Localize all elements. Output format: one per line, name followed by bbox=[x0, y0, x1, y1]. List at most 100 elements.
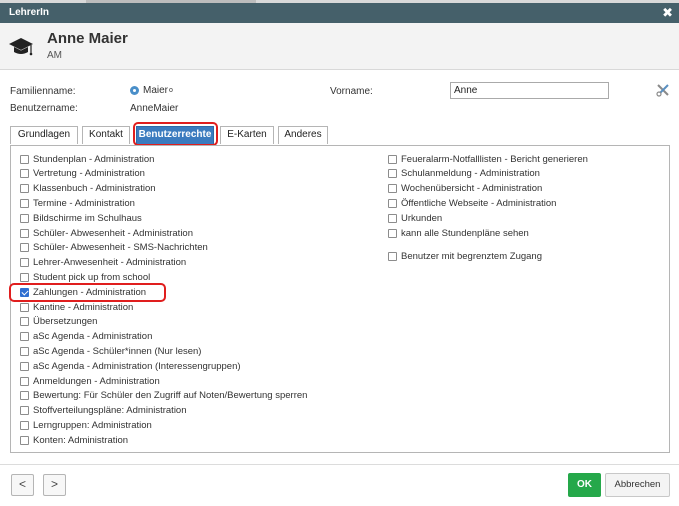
permission-item[interactable]: Klassenbuch - Administration bbox=[20, 183, 156, 195]
permission-checkbox[interactable] bbox=[20, 391, 29, 401]
permission-item[interactable]: Lerngruppen: Administration bbox=[20, 419, 152, 431]
benutzername-label: Benutzername: bbox=[10, 103, 78, 114]
permission-label: Kantine - Administration bbox=[33, 301, 134, 313]
permission-checkbox[interactable] bbox=[388, 169, 397, 179]
permission-item-limited-access[interactable]: Benutzer mit begrenztem Zugang bbox=[388, 250, 542, 262]
permission-checkbox[interactable] bbox=[20, 228, 29, 238]
window-titlebar: LehrerIn ✖ bbox=[0, 3, 679, 23]
permission-item[interactable]: Anmeldungen - Administration bbox=[20, 375, 160, 387]
tab-e-karten[interactable]: E-Karten bbox=[220, 126, 274, 144]
permission-label: Feueralarm-Notfalllisten - Bericht gener… bbox=[401, 153, 588, 165]
permission-checkbox[interactable] bbox=[20, 154, 29, 164]
familienname-text: Maier bbox=[143, 85, 169, 96]
permission-label: aSc Agenda - Administration (Interesseng… bbox=[33, 360, 241, 372]
prev-button[interactable]: < bbox=[11, 474, 34, 496]
permission-item[interactable]: Schulanmeldung - Administration bbox=[388, 168, 540, 180]
vorname-input[interactable] bbox=[450, 82, 609, 99]
permission-item[interactable]: Öffentliche Webseite - Administration bbox=[388, 197, 556, 209]
permission-checkbox[interactable] bbox=[388, 213, 397, 223]
permission-label: Lehrer-Anwesenheit - Administration bbox=[33, 257, 187, 269]
permission-item[interactable]: Termine - Administration bbox=[20, 197, 135, 209]
permission-label: Lerngruppen: Administration bbox=[33, 419, 152, 431]
permission-checkbox[interactable] bbox=[20, 346, 29, 356]
permission-checkbox[interactable] bbox=[20, 420, 29, 430]
permission-label: Student pick up from school bbox=[33, 271, 151, 283]
permission-item[interactable]: Schüler- Abwesenheit - SMS-Nachrichten bbox=[20, 242, 208, 254]
permission-item[interactable]: Konten: Administration bbox=[20, 434, 128, 446]
permission-checkbox[interactable] bbox=[20, 406, 29, 416]
permission-item[interactable]: Bildschirme im Schulhaus bbox=[20, 212, 142, 224]
benutzername-value: AnneMaier bbox=[130, 103, 179, 114]
permission-label: Übersetzungen bbox=[33, 316, 98, 328]
tab-highlight-annotation bbox=[133, 122, 218, 146]
familienname-value[interactable]: Maier o bbox=[130, 85, 173, 96]
permission-item[interactable]: Vertretung - Administration bbox=[20, 168, 145, 180]
permission-checkbox[interactable] bbox=[20, 317, 29, 327]
permission-item[interactable]: aSc Agenda - Administration bbox=[20, 331, 152, 343]
permission-label: Klassenbuch - Administration bbox=[33, 183, 156, 195]
permission-item[interactable]: Schüler- Abwesenheit - Administration bbox=[20, 227, 193, 239]
permission-checkbox[interactable] bbox=[20, 302, 29, 312]
teacher-name: Anne Maier bbox=[47, 30, 128, 47]
permission-label: Konten: Administration bbox=[33, 434, 129, 446]
permission-item[interactable]: aSc Agenda - Administration (Interesseng… bbox=[20, 360, 241, 372]
permission-label: Schüler- Abwesenheit - Administration bbox=[33, 227, 193, 239]
cancel-button[interactable]: Abbrechen bbox=[605, 473, 670, 497]
permission-checkbox[interactable] bbox=[20, 361, 29, 371]
permission-item[interactable]: Wochenübersicht - Administration bbox=[388, 183, 542, 195]
tools-icon[interactable] bbox=[656, 83, 670, 97]
permission-label: Öffentliche Webseite - Administration bbox=[401, 197, 557, 209]
permission-checkbox[interactable] bbox=[388, 154, 397, 164]
tab-anderes[interactable]: Anderes bbox=[278, 126, 328, 144]
permission-checkbox[interactable] bbox=[20, 213, 29, 223]
permission-checkbox[interactable] bbox=[388, 198, 397, 208]
permission-checkbox[interactable] bbox=[20, 198, 29, 208]
permission-item[interactable]: Übersetzungen bbox=[20, 316, 97, 328]
permission-checkbox[interactable] bbox=[20, 184, 29, 194]
tab-grundlagen[interactable]: Grundlagen bbox=[10, 126, 78, 144]
permission-item[interactable]: Lehrer-Anwesenheit - Administration bbox=[20, 257, 186, 269]
permission-label: kann alle Stundenpläne sehen bbox=[401, 227, 529, 239]
permission-label: Stoffverteilungspläne: Administration bbox=[33, 405, 187, 417]
permission-item[interactable]: kann alle Stundenpläne sehen bbox=[388, 227, 529, 239]
teacher-header: Anne Maier AM bbox=[0, 23, 679, 70]
window-title: LehrerIn bbox=[9, 7, 50, 18]
permission-item[interactable]: Kantine - Administration bbox=[20, 301, 133, 313]
permission-item[interactable]: Urkunden bbox=[388, 212, 442, 224]
permission-checkbox[interactable] bbox=[388, 228, 397, 238]
permission-label: aSc Agenda - Administration bbox=[33, 331, 153, 343]
permission-checkbox[interactable] bbox=[20, 258, 29, 268]
permission-label: Wochenübersicht - Administration bbox=[401, 183, 543, 195]
permission-item[interactable]: Student pick up from school bbox=[20, 271, 150, 283]
permission-label: Termine - Administration bbox=[33, 197, 135, 209]
permission-checkbox[interactable] bbox=[20, 169, 29, 179]
permission-checkbox[interactable] bbox=[20, 243, 29, 253]
permission-checkbox[interactable] bbox=[20, 376, 29, 386]
row-highlight-annotation bbox=[9, 283, 166, 302]
close-icon[interactable]: ✖ bbox=[662, 5, 673, 21]
permission-item[interactable]: Feueralarm-Notfalllisten - Bericht gener… bbox=[388, 153, 588, 165]
permission-label: Bildschirme im Schulhaus bbox=[33, 212, 142, 224]
familienname-marker: o bbox=[169, 87, 173, 94]
permission-checkbox[interactable] bbox=[388, 251, 397, 261]
familienname-label: Familienname: bbox=[10, 86, 76, 97]
permission-label: Bewertung: Für Schüler den Zugriff auf N… bbox=[33, 390, 308, 402]
vorname-label: Vorname: bbox=[330, 86, 373, 97]
permission-item[interactable]: aSc Agenda - Schüler*innen (Nur lesen) bbox=[20, 345, 201, 357]
graduation-cap-icon bbox=[9, 38, 33, 56]
permission-label: Stundenplan - Administration bbox=[33, 153, 155, 165]
permission-checkbox[interactable] bbox=[20, 435, 29, 445]
tab-kontakt[interactable]: Kontakt bbox=[82, 126, 130, 144]
permission-checkbox[interactable] bbox=[20, 332, 29, 342]
permission-label: Anmeldungen - Administration bbox=[33, 375, 160, 387]
permission-label: Benutzer mit begrenztem Zugang bbox=[401, 250, 542, 262]
ok-button[interactable]: OK bbox=[568, 473, 601, 497]
permission-item[interactable]: Bewertung: Für Schüler den Zugriff auf N… bbox=[20, 390, 307, 402]
next-button[interactable]: > bbox=[43, 474, 66, 496]
permission-item[interactable]: Stoffverteilungspläne: Administration bbox=[20, 405, 187, 417]
permission-checkbox[interactable] bbox=[388, 184, 397, 194]
permission-label: Schüler- Abwesenheit - SMS-Nachrichten bbox=[33, 242, 208, 254]
permission-item[interactable]: Stundenplan - Administration bbox=[20, 153, 154, 165]
permission-checkbox[interactable] bbox=[20, 272, 29, 282]
permission-label: Urkunden bbox=[401, 212, 443, 224]
